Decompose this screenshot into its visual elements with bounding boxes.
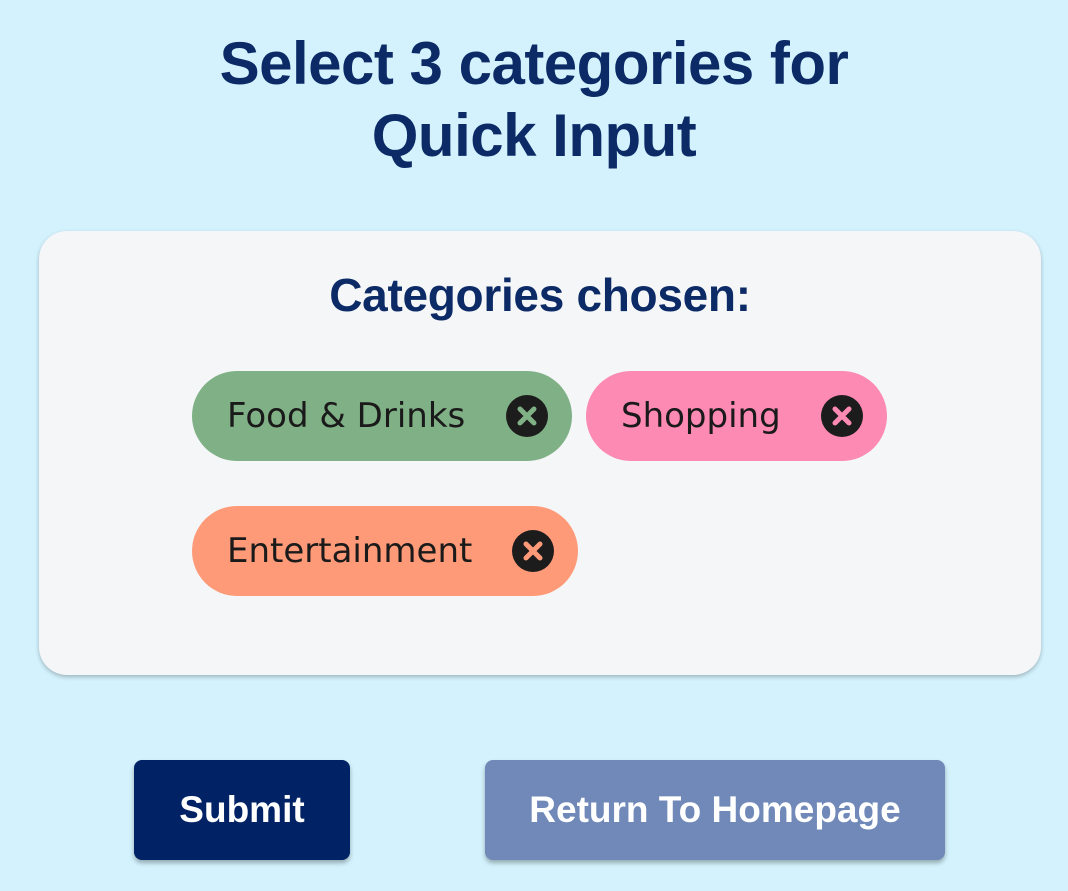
close-circle-icon[interactable] — [821, 395, 863, 437]
page-title: Select 3 categories for Quick Input — [0, 28, 1068, 172]
page-title-line2: Quick Input — [371, 102, 697, 169]
card-title: Categories chosen: — [329, 269, 751, 321]
chip-label: Shopping — [621, 396, 781, 436]
chosen-categories-card: Categories chosen: Food & Drinks Shoppin… — [39, 231, 1041, 675]
return-to-homepage-button[interactable]: Return To Homepage — [485, 760, 945, 860]
chip-label: Entertainment — [227, 531, 473, 571]
category-chip-entertainment: Entertainment — [192, 506, 578, 596]
page-title-line1: Select 3 categories for — [219, 30, 849, 97]
close-circle-icon[interactable] — [506, 395, 548, 437]
submit-button[interactable]: Submit — [134, 760, 350, 860]
chip-label: Food & Drinks — [227, 396, 466, 436]
category-chip-food-drinks: Food & Drinks — [192, 371, 572, 461]
close-circle-icon[interactable] — [512, 530, 554, 572]
category-chip-shopping: Shopping — [586, 371, 887, 461]
